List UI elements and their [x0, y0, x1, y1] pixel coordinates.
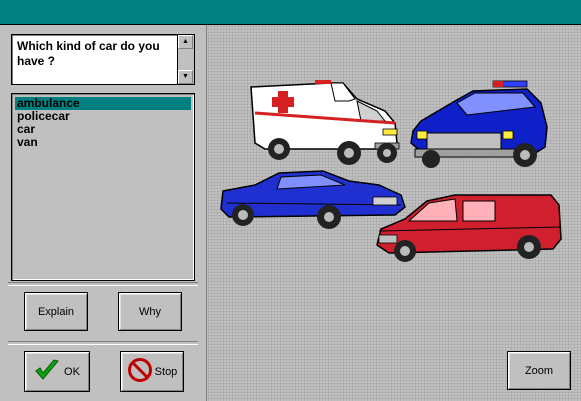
stop-icon — [127, 357, 153, 386]
options-listbox[interactable]: ambulance policecar car van — [11, 93, 195, 281]
ok-label: OK — [64, 365, 80, 378]
arrow-down-icon: ▼ — [182, 73, 189, 80]
left-panel: Which kind of car do you have ? ▲ ▼ ambu… — [0, 25, 206, 401]
question-text: Which kind of car do you have ? — [17, 39, 160, 68]
question-scrollbar[interactable]: ▲ ▼ — [177, 35, 194, 84]
ambulance-image — [250, 80, 400, 165]
why-label: Why — [139, 305, 161, 318]
why-button[interactable]: Why — [118, 292, 182, 331]
arrow-up-icon: ▲ — [182, 38, 189, 45]
title-bar — [0, 0, 581, 25]
ok-button[interactable]: OK — [24, 351, 90, 392]
zoom-button[interactable]: Zoom — [507, 351, 571, 390]
van-image — [376, 194, 562, 262]
separator — [8, 341, 198, 345]
explain-button[interactable]: Explain — [24, 292, 88, 331]
scroll-down-button[interactable]: ▼ — [178, 70, 193, 84]
explain-label: Explain — [37, 305, 75, 318]
list-item-policecar[interactable]: policecar — [15, 110, 191, 123]
separator — [8, 282, 198, 286]
checkmark-icon — [34, 358, 60, 385]
scroll-up-button[interactable]: ▲ — [178, 35, 193, 49]
policecar-image — [410, 80, 548, 168]
zoom-label: Zoom — [524, 364, 554, 377]
stop-button[interactable]: Stop — [120, 351, 184, 392]
list-item-car[interactable]: car — [15, 123, 191, 136]
list-item-van[interactable]: van — [15, 136, 191, 149]
image-panel: Zoom — [207, 25, 581, 401]
question-textbox[interactable]: Which kind of car do you have ? ▲ ▼ — [11, 34, 195, 85]
stop-label: Stop — [154, 365, 178, 378]
